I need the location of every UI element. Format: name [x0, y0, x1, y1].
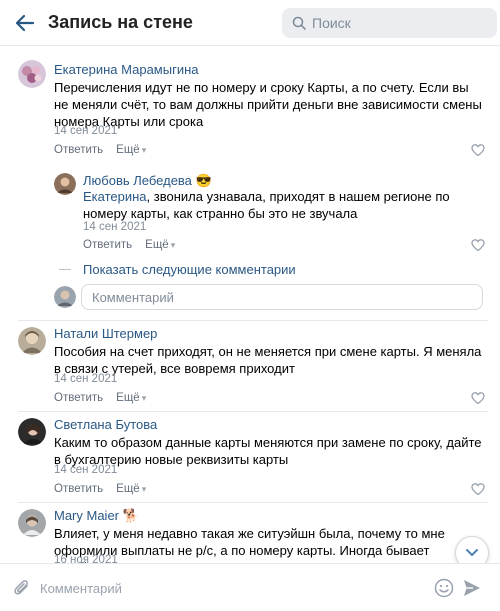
comment-author[interactable]: Mary Maier 🐕 — [54, 508, 139, 524]
reply-button[interactable]: Ответить — [83, 239, 132, 251]
comment-date[interactable]: 14 сен 2021 — [54, 373, 117, 385]
comment-text: Пособия на счет приходят, он не меняется… — [54, 344, 482, 376]
comment-composer — [0, 563, 500, 611]
chevron-down-icon: ▾ — [141, 484, 147, 494]
back-arrow-icon[interactable] — [13, 12, 35, 34]
avatar[interactable] — [18, 60, 46, 88]
search-box[interactable] — [282, 8, 497, 38]
chevron-down-icon: ▾ — [141, 393, 147, 403]
comment-author[interactable]: Светлана Бутова — [54, 417, 157, 432]
divider — [18, 502, 488, 503]
smile-icon[interactable] — [434, 578, 454, 598]
chevron-down-icon: ▾ — [141, 145, 147, 155]
more-button[interactable]: Ещё ▾ — [116, 483, 146, 495]
reply-actions: Ответить Ещё ▾ — [83, 239, 175, 251]
heart-icon[interactable] — [471, 143, 485, 157]
comment-date[interactable]: 16 ноя 2021 — [54, 554, 118, 563]
reply-text: Екатерина, звонила узнавала, приходят в … — [83, 188, 483, 222]
reply-author-emoji: 😎 — [195, 173, 212, 188]
comment-input[interactable] — [40, 574, 420, 602]
wall-post-page: Запись на стене Екатерина Марамыгина Пер… — [0, 0, 500, 611]
reply-input[interactable]: Комментарий — [81, 284, 483, 310]
avatar[interactable] — [18, 418, 46, 446]
divider — [18, 411, 488, 412]
heart-icon[interactable] — [471, 482, 485, 496]
divider — [18, 320, 488, 321]
reply-date[interactable]: 14 сен 2021 — [83, 221, 146, 233]
thread-line — [59, 269, 71, 270]
avatar[interactable] — [18, 509, 46, 537]
comment-text: Перечисления идут не по номеру и сроку К… — [54, 80, 482, 129]
more-label: Ещё — [116, 483, 140, 495]
more-label: Ещё — [145, 239, 169, 251]
more-button[interactable]: Ещё ▾ — [116, 144, 146, 156]
heart-icon[interactable] — [471, 238, 485, 252]
comment-actions: Ответить Ещё ▾ — [54, 483, 146, 495]
comment-author[interactable]: Натали Штермер — [54, 326, 157, 341]
comment-text: Каким то образом данные карты меняются п… — [54, 435, 482, 467]
reply-button[interactable]: Ответить — [54, 144, 103, 156]
comment-author[interactable]: Екатерина Марамыгина — [54, 62, 199, 77]
reply-button[interactable]: Ответить — [54, 392, 103, 404]
comment-actions: Ответить Ещё ▾ — [54, 392, 146, 404]
chevron-down-icon — [466, 549, 478, 556]
show-more-comments-link[interactable]: Показать следующие комментарии — [83, 262, 296, 277]
top-bar: Запись на стене — [0, 0, 500, 46]
avatar — [54, 286, 76, 308]
comment-author-emoji: 🐕 — [122, 508, 139, 523]
heart-icon[interactable] — [471, 391, 485, 405]
search-input[interactable] — [312, 15, 482, 31]
search-icon — [292, 16, 306, 30]
reply-button[interactable]: Ответить — [54, 483, 103, 495]
paperclip-icon[interactable] — [13, 578, 31, 598]
mention-link[interactable]: Екатерина — [83, 189, 147, 204]
comments-list: Екатерина Марамыгина Перечисления идут н… — [0, 46, 500, 563]
reply-author[interactable]: Любовь Лебедева 😎 — [83, 173, 212, 189]
more-button[interactable]: Ещё ▾ — [145, 239, 175, 251]
avatar[interactable] — [18, 327, 46, 355]
comment-date[interactable]: 14 сен 2021 — [54, 125, 117, 137]
more-label: Ещё — [116, 144, 140, 156]
send-icon[interactable] — [462, 578, 482, 598]
chevron-down-icon: ▾ — [170, 240, 176, 250]
page-title: Запись на стене — [48, 12, 193, 32]
reply-author-name: Любовь Лебедева — [83, 173, 192, 188]
comment-actions: Ответить Ещё ▾ — [54, 144, 146, 156]
avatar[interactable] — [54, 173, 76, 195]
comment-author-name: Mary Maier — [54, 508, 120, 523]
comment-date[interactable]: 14 сен 2021 — [54, 464, 117, 476]
more-label: Ещё — [116, 392, 140, 404]
more-button[interactable]: Ещё ▾ — [116, 392, 146, 404]
